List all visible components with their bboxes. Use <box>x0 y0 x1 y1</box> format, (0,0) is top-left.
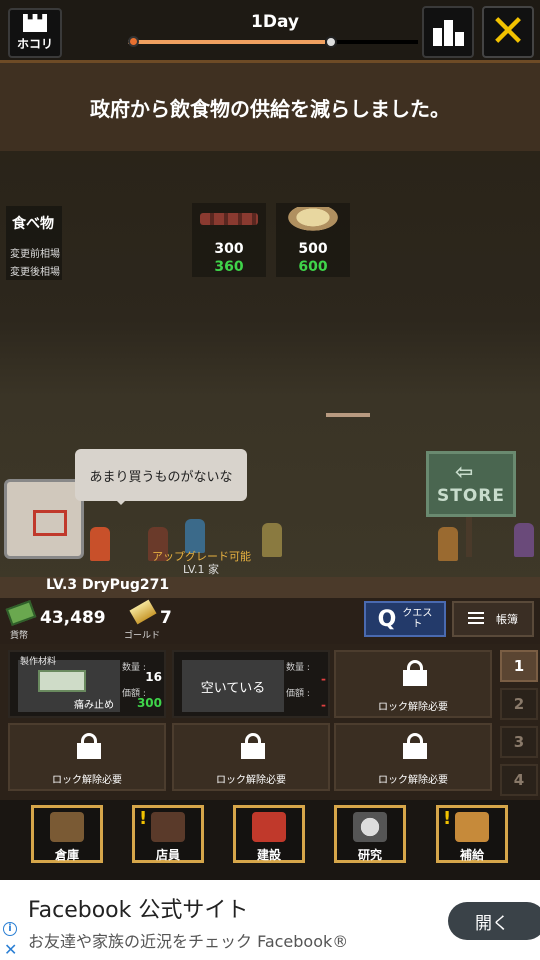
ranking-icon <box>432 28 442 46</box>
shop-slot-locked[interactable]: ロック解除必要 <box>8 723 166 791</box>
day-progress-fill <box>128 40 326 44</box>
shop-slot-2[interactable]: 空いている 数量 : - 価額 : - <box>172 650 330 718</box>
money-value: 43,489 <box>40 608 106 628</box>
ranking-icon-bar <box>454 32 464 46</box>
price-after: 600 <box>298 259 328 275</box>
ledger-label: 帳簿 <box>496 613 518 626</box>
lock-icon <box>403 660 427 686</box>
empty-slot-label: 空いている <box>182 660 284 712</box>
list-icon <box>468 612 484 626</box>
staff-icon <box>151 812 185 842</box>
ad-close-icon[interactable]: ✕ <box>4 940 17 959</box>
ledger-button[interactable]: 帳簿 <box>452 601 534 637</box>
game-scene[interactable]: 食べ物 変更前相場 変更後相場 300 360 500 600 あまり買うものが… <box>0 151 540 598</box>
page-tab-3[interactable]: 3 <box>500 726 538 758</box>
player-level-label: LV.3 DryPug271 <box>46 577 170 593</box>
price-before: 300 <box>214 241 244 257</box>
supply-bags-icon <box>455 812 489 842</box>
home-button[interactable]: ホコリ <box>8 8 62 58</box>
day-counter: 1Day <box>251 12 299 32</box>
unlock-required-label: ロック解除必要 <box>378 775 448 786</box>
furnace-icon <box>252 812 286 842</box>
sun-icon <box>128 36 139 47</box>
quest-icon: Q <box>377 606 397 632</box>
ad-description: お友達や家族の近況をチェック Facebook® <box>28 932 349 951</box>
material-tag: 製作材料 <box>20 657 57 667</box>
painkiller-icon <box>38 670 86 692</box>
before-price-label: 変更前相場 <box>10 249 60 260</box>
lock-icon <box>403 733 427 759</box>
lightbulb-icon <box>353 812 387 842</box>
shop-slot-1[interactable]: 製作材料 痛み止め 数量 : 16 価額 : 300 <box>8 650 166 718</box>
castle-icon <box>23 14 47 32</box>
shop-slot-locked[interactable]: ロック解除必要 <box>172 723 330 791</box>
price-before: 500 <box>298 241 328 257</box>
unlock-required-label: ロック解除必要 <box>378 702 448 713</box>
arrow-left-icon: ⇦ <box>455 460 475 485</box>
nav-warehouse-button[interactable]: 倉庫 <box>31 805 103 863</box>
nav-research-button[interactable]: 研究 <box>334 805 406 863</box>
ranking-icon-bar <box>443 20 453 46</box>
distant-platform <box>326 413 370 417</box>
unlock-required-label: ロック解除必要 <box>216 775 286 786</box>
day-progress-bar <box>128 40 418 44</box>
money-label: 貨幣 <box>10 631 29 641</box>
quest-label: クエスト <box>402 608 433 630</box>
nav-label: 研究 <box>357 848 382 862</box>
qty-value: - <box>321 672 326 686</box>
gold-label: ゴールド <box>124 631 161 641</box>
shop-slot-locked[interactable]: ロック解除必要 <box>334 723 492 791</box>
alert-icon: ! <box>139 808 148 829</box>
nav-supply-button[interactable]: ! 補給 <box>436 805 508 863</box>
sign-post <box>466 517 472 557</box>
customer-character[interactable] <box>90 527 110 561</box>
market-category: 食べ物 <box>12 216 54 232</box>
ramen-bowl-icon <box>284 207 342 233</box>
jerky-icon <box>200 213 258 225</box>
after-price-label: 変更後相場 <box>10 267 60 278</box>
house-level-label: LV.1 家 <box>183 563 220 576</box>
page-tab-4[interactable]: 4 <box>500 764 538 796</box>
ad-open-button[interactable]: 開く <box>448 902 540 940</box>
store-sign-text: STORE <box>437 486 505 506</box>
lock-icon <box>77 733 101 759</box>
page-tab-1[interactable]: 1 <box>500 650 538 682</box>
nav-label: 補給 <box>459 848 484 862</box>
shop-slot-locked[interactable]: ロック解除必要 <box>334 650 492 718</box>
unlock-required-label: ロック解除必要 <box>52 775 122 786</box>
nav-build-button[interactable]: 建設 <box>233 805 305 863</box>
page-tab-2[interactable]: 2 <box>500 688 538 720</box>
close-button[interactable]: ✕ <box>482 6 534 58</box>
customer-character[interactable] <box>438 527 458 561</box>
price-after: 360 <box>214 259 244 275</box>
price-value: - <box>321 698 326 712</box>
nav-label: 店員 <box>155 848 180 862</box>
price-value: 300 <box>136 696 162 710</box>
home-label: ホコリ <box>16 37 53 51</box>
nav-label: 倉庫 <box>54 848 79 862</box>
customer-character[interactable] <box>262 523 282 557</box>
nav-staff-button[interactable]: ! 店員 <box>132 805 204 863</box>
speech-bubble: あまり買うものがないな <box>75 449 247 505</box>
truck <box>4 479 84 559</box>
market-item: 300 360 <box>192 203 266 277</box>
lock-icon <box>241 733 265 759</box>
ad-title: Facebook 公式サイト <box>28 898 249 923</box>
crate-icon <box>50 812 84 842</box>
qty-value: 16 <box>145 670 162 684</box>
event-banner: 政府から飲食物の供給を減らしました。 <box>0 63 540 151</box>
close-icon: ✕ <box>489 6 527 57</box>
quest-button[interactable]: Q クエスト <box>364 601 446 637</box>
ranking-button[interactable] <box>422 6 474 58</box>
ad-banner[interactable]: i ✕ Facebook 公式サイト お友達や家族の近況をチェック Facebo… <box>0 880 540 960</box>
gold-value: 7 <box>160 608 172 628</box>
alert-icon: ! <box>443 808 452 829</box>
material-name: 痛み止め <box>74 700 114 711</box>
store-sign: ⇦ STORE <box>426 451 516 517</box>
ad-info-icon[interactable]: i <box>3 922 17 936</box>
market-item: 500 600 <box>276 203 350 277</box>
nav-label: 建設 <box>256 848 281 862</box>
customer-character[interactable] <box>514 523 534 557</box>
